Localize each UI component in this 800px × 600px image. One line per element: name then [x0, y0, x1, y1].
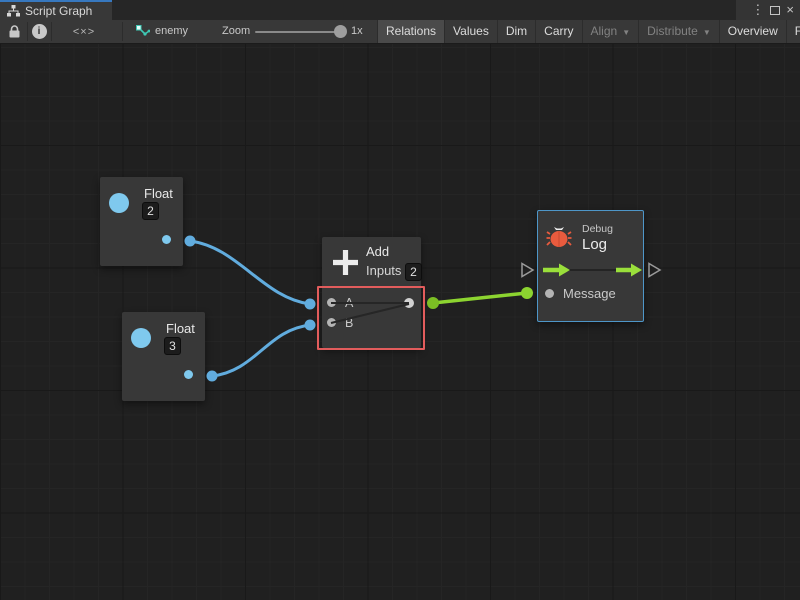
node-float-2[interactable]: Float 2: [100, 177, 183, 266]
tab-script-graph[interactable]: Script Graph: [0, 0, 112, 20]
script-graph-window: Script Graph ⋮ × i <×>: [0, 0, 800, 600]
chevron-down-icon: ▼: [703, 28, 711, 37]
float-value-field[interactable]: 2: [142, 202, 159, 220]
dim-button[interactable]: Dim: [497, 20, 535, 43]
align-label: Align: [591, 24, 618, 38]
graph-name-label[interactable]: enemy: [155, 20, 188, 43]
full-screen-button[interactable]: Full Screen: [786, 20, 800, 43]
message-input-port[interactable]: [545, 289, 554, 298]
input-port-a[interactable]: [327, 298, 336, 307]
float-literal-icon: [131, 328, 151, 348]
toolbar-separator: [27, 22, 28, 41]
toolbar-separator: [122, 22, 123, 41]
toolbar-button-bar: Relations Values Dim Carry Align ▼ Distri…: [377, 20, 800, 43]
bug-icon: [546, 224, 572, 250]
window-controls: ⋮ ×: [736, 0, 800, 20]
info-button[interactable]: i: [29, 20, 49, 43]
zoom-value: 1x: [351, 20, 363, 43]
node-title: Log: [582, 236, 607, 253]
port-a-label: A: [345, 296, 353, 310]
code-toggle-icon: <×>: [73, 26, 95, 38]
lock-icon: [9, 25, 20, 38]
zoom-slider-handle[interactable]: [334, 25, 347, 38]
relations-button[interactable]: Relations: [377, 20, 444, 43]
menu-icon[interactable]: ⋮: [751, 0, 764, 20]
code-toggle-button[interactable]: <×>: [58, 20, 110, 43]
port-b-label: B: [345, 316, 353, 330]
maximize-icon[interactable]: [770, 6, 780, 15]
distribute-dropdown[interactable]: Distribute ▼: [638, 20, 719, 43]
toolbar-separator: [51, 22, 52, 41]
graph-hierarchy-icon: [7, 5, 20, 17]
node-category: Debug: [582, 223, 613, 235]
node-title: Add: [366, 244, 389, 259]
chevron-down-icon: ▼: [622, 28, 630, 37]
float-output-port[interactable]: [184, 370, 193, 379]
overview-button[interactable]: Overview: [719, 20, 786, 43]
align-dropdown[interactable]: Align ▼: [582, 20, 639, 43]
lock-button[interactable]: [4, 20, 24, 43]
float-value-field[interactable]: 3: [164, 337, 181, 355]
float-literal-icon: [109, 193, 129, 213]
tab-strip: Script Graph ⋮ ×: [0, 0, 800, 20]
node-title: Float: [166, 321, 195, 336]
values-button[interactable]: Values: [444, 20, 497, 43]
node-float-3[interactable]: Float 3: [122, 312, 205, 401]
node-add[interactable]: Add Inputs 2 A B: [322, 237, 421, 348]
graph-asset-icon: [135, 20, 151, 43]
toolbar: i <×> enemy Zoom 1x Relations Values Dim…: [0, 20, 800, 44]
float-output-port[interactable]: [162, 235, 171, 244]
carry-button[interactable]: Carry: [535, 20, 581, 43]
tab-title: Script Graph: [25, 4, 92, 18]
message-port-label: Message: [563, 286, 616, 301]
distribute-label: Distribute: [647, 24, 698, 38]
inputs-count-field[interactable]: 2: [405, 263, 422, 281]
inputs-label: Inputs: [366, 263, 401, 278]
node-debug-log[interactable]: Debug Log Message: [537, 210, 644, 322]
sum-output-port[interactable]: [404, 298, 414, 308]
input-port-b[interactable]: [327, 318, 336, 327]
zoom-label: Zoom: [222, 20, 250, 43]
node-title: Float: [144, 186, 173, 201]
plus-icon: [331, 248, 360, 277]
close-icon[interactable]: ×: [786, 0, 794, 20]
info-icon: i: [32, 24, 47, 39]
zoom-slider-track[interactable]: [255, 31, 345, 33]
